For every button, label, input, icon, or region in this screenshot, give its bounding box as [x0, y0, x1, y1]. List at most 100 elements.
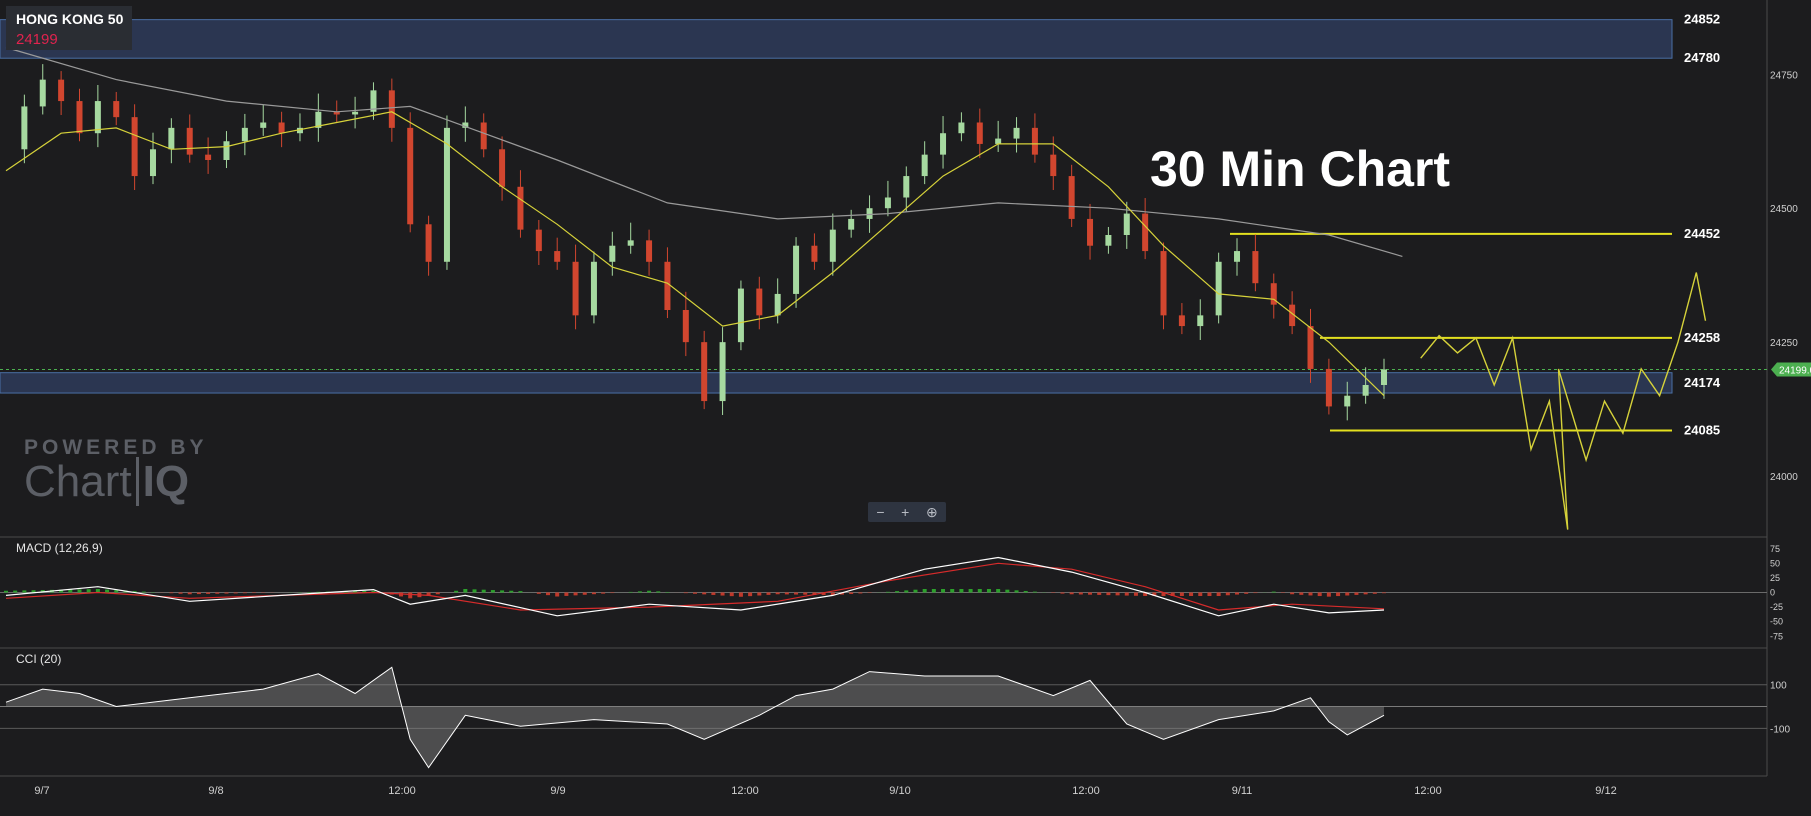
- macd-hist-bar: [436, 593, 440, 595]
- macd-hist-bar: [1189, 593, 1193, 597]
- macd-hist-bar: [555, 593, 559, 597]
- macd-hist-bar: [473, 589, 477, 592]
- candle-body: [646, 240, 652, 261]
- candle-body: [205, 155, 211, 160]
- level-label: 24085: [1684, 423, 1720, 438]
- x-tick-label: 9/11: [1232, 785, 1253, 797]
- macd-hist-bar: [932, 589, 936, 593]
- candle-body: [977, 123, 983, 144]
- candle-body: [426, 224, 432, 261]
- macd-hist-bar: [491, 590, 495, 592]
- chartiq-logo-chart: Chart: [24, 457, 132, 506]
- candle-body: [1087, 219, 1093, 246]
- candle-body: [499, 149, 505, 187]
- x-tick-label: 9/8: [208, 785, 223, 797]
- candle-body: [407, 128, 413, 224]
- macd-hist-bar: [941, 589, 945, 593]
- ticker-price: 24199: [16, 31, 58, 48]
- candle-body: [113, 101, 119, 117]
- macd-hist-bar: [169, 593, 173, 594]
- candle-body: [683, 310, 689, 342]
- zoom-out-icon[interactable]: −: [876, 502, 884, 522]
- candle-body: [389, 90, 395, 128]
- macd-hist-bar: [234, 593, 238, 594]
- price-tag: 24199.00: [1771, 362, 1811, 376]
- macd-hist-bar: [87, 589, 91, 592]
- candle-body: [260, 123, 266, 128]
- candle-body: [995, 139, 1001, 144]
- cci-tick-label: 100: [1770, 681, 1787, 692]
- chart-stage[interactable]: 24852247802445224258241742408524199.0024…: [0, 0, 1811, 811]
- macd-hist-bar: [693, 593, 697, 594]
- candle-body: [811, 246, 817, 262]
- candle-body: [756, 289, 762, 316]
- macd-hist-bar: [959, 589, 963, 593]
- zone-band-1: [0, 373, 1672, 393]
- macd-hist-bar: [1070, 593, 1074, 595]
- candle-body: [628, 240, 634, 245]
- macd-tick-label: 25: [1770, 573, 1780, 583]
- candle-body: [187, 128, 193, 155]
- candle-body: [738, 289, 744, 343]
- macd-hist-bar: [583, 593, 587, 595]
- macd-hist-bar: [978, 589, 982, 593]
- macd-hist-bar: [794, 593, 798, 595]
- chartiq-logo-iq: IQ: [136, 457, 189, 506]
- macd-hist-bar: [1336, 593, 1340, 597]
- candle-body: [132, 117, 138, 176]
- macd-hist-bar: [574, 593, 578, 596]
- candle-body: [848, 219, 854, 230]
- macd-hist-bar: [206, 593, 210, 594]
- candle-body: [609, 246, 615, 262]
- macd-hist-bar: [1327, 593, 1331, 597]
- macd-hist-bar: [215, 593, 219, 594]
- macd-hist-bar: [1015, 590, 1019, 592]
- magnifier-icon[interactable]: ⊕: [926, 502, 938, 522]
- macd-hist-bar: [1290, 593, 1294, 595]
- candle-body: [830, 230, 836, 262]
- candle-body: [279, 123, 285, 134]
- macd-hist-bar: [1180, 593, 1184, 597]
- macd-hist-bar: [1364, 593, 1368, 595]
- candle-body: [1050, 155, 1056, 176]
- y-tick-label: 24500: [1770, 204, 1798, 215]
- candle-body: [1197, 315, 1203, 326]
- candle-body: [1308, 326, 1314, 369]
- macd-hist-bar: [1097, 593, 1101, 595]
- macd-hist-bar: [197, 593, 201, 595]
- macd-hist-bar: [757, 593, 761, 596]
- candle-body: [903, 176, 909, 197]
- macd-hist-bar: [537, 593, 541, 594]
- candle-body: [21, 106, 27, 149]
- macd-hist-bar: [858, 593, 862, 594]
- cci-label: CCI (20): [16, 652, 61, 666]
- macd-hist-bar: [904, 590, 908, 592]
- macd-hist-bar: [252, 593, 256, 594]
- level-label: 24174: [1684, 375, 1721, 390]
- macd-hist-bar: [886, 592, 890, 593]
- macd-hist-bar: [1309, 593, 1313, 596]
- chart-svg[interactable]: 24852247802445224258241742408524199.0024…: [0, 0, 1811, 811]
- macd-hist-bar: [1005, 590, 1009, 593]
- macd-hist-bar: [105, 590, 109, 593]
- macd-hist-bar: [592, 593, 596, 595]
- candle-body: [885, 198, 891, 209]
- x-tick-label: 12:00: [388, 785, 416, 797]
- candle-body: [720, 342, 726, 401]
- cci-tick-label: -100: [1770, 724, 1790, 735]
- macd-hist-bar: [913, 590, 917, 593]
- level-label: 24452: [1684, 226, 1720, 241]
- candle-body: [867, 208, 873, 219]
- chartiq-logo: ChartIQ: [24, 460, 208, 504]
- zoom-in-icon[interactable]: +: [901, 502, 909, 522]
- macd-hist-bar: [702, 593, 706, 595]
- candle-body: [242, 128, 248, 141]
- x-tick-label: 9/9: [550, 785, 565, 797]
- macd-hist-bar: [1024, 591, 1028, 593]
- candle-body: [1105, 235, 1111, 246]
- candle-body: [554, 251, 560, 262]
- macd-hist-bar: [665, 592, 669, 593]
- candle-body: [1344, 396, 1350, 407]
- macd-hist-bar: [1226, 593, 1230, 596]
- ticker-name: HONG KONG 50: [16, 11, 123, 27]
